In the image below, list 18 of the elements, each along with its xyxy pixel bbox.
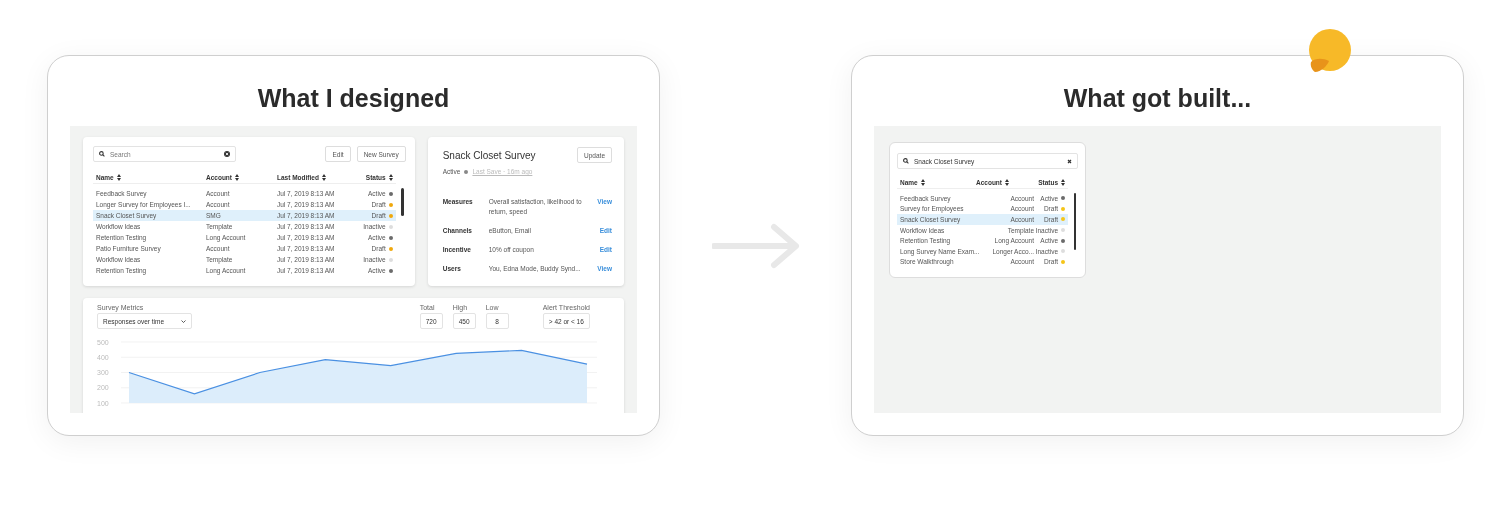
sort-icon xyxy=(1061,179,1065,186)
sort-icon xyxy=(321,174,326,181)
chevron-down-icon xyxy=(181,319,186,323)
frame-title: What I designed xyxy=(256,83,451,114)
close-icon[interactable] xyxy=(1067,158,1072,164)
sort-icon xyxy=(116,174,121,181)
search-icon xyxy=(99,151,105,157)
sort-icon xyxy=(920,179,925,186)
scrollbar[interactable] xyxy=(1073,193,1076,250)
search-icon xyxy=(903,158,909,164)
frame-title: What got built... xyxy=(1062,83,1253,114)
sort-icon xyxy=(388,174,393,181)
scrollbar[interactable] xyxy=(401,188,404,216)
sort-icon xyxy=(1005,179,1009,186)
survey-title: Snack Closet Survey xyxy=(442,149,537,161)
clear-icon[interactable] xyxy=(224,151,230,157)
sort-icon xyxy=(235,174,239,181)
status-dot xyxy=(464,169,469,174)
